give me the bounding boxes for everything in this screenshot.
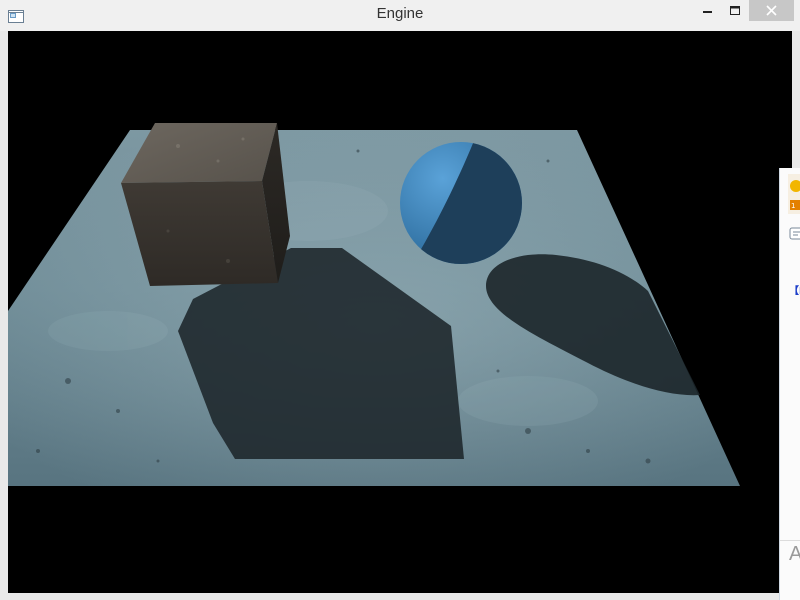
- minimize-icon: [703, 1, 713, 20]
- window-title: Engine: [376, 5, 424, 22]
- background-chat-window[interactable]: 1 【E A: [779, 168, 800, 600]
- maximize-button[interactable]: [722, 0, 749, 21]
- svg-text:1: 1: [791, 202, 795, 210]
- font-format-button[interactable]: A: [789, 543, 800, 566]
- scene-canvas: [8, 123, 740, 486]
- render-viewport[interactable]: [8, 31, 792, 593]
- maximize-icon: [730, 1, 741, 20]
- input-divider: [780, 540, 800, 541]
- chat-bubble-icon[interactable]: [789, 226, 800, 244]
- title-bar[interactable]: Engine: [0, 0, 800, 31]
- close-icon: [766, 1, 777, 20]
- chat-message-fragment: 【E: [789, 286, 800, 297]
- qq-penguin-icon: 1: [788, 174, 800, 214]
- close-button[interactable]: [749, 0, 794, 21]
- minimize-button[interactable]: [693, 0, 723, 21]
- stone-cube: [121, 123, 290, 286]
